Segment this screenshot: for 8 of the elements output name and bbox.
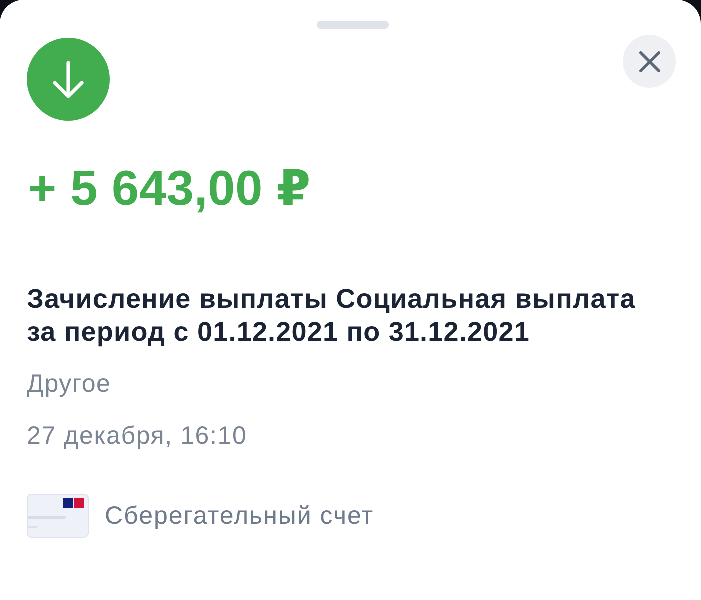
card-icon [27, 494, 89, 538]
drag-handle[interactable] [316, 21, 388, 29]
close-icon [638, 50, 660, 72]
amount: + 5 643,00 ₽ [27, 161, 312, 217]
date-time: 27 декабря, 16:10 [27, 421, 248, 451]
category: Другое [27, 369, 112, 399]
account-name: Сберегательный счет [105, 501, 374, 531]
transaction-title: Зачисление выплаты Социальная выплата за период с 01.12.2021 по 31.12.2021 [27, 283, 637, 349]
